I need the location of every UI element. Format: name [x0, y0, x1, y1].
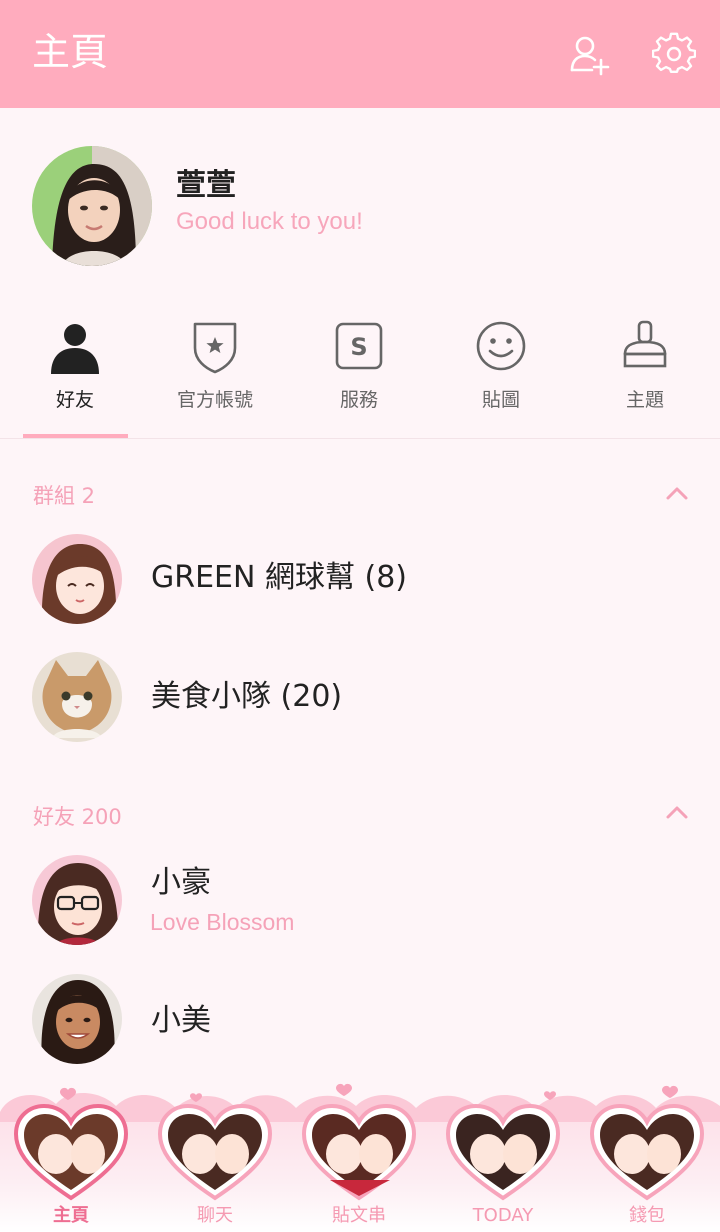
person-icon	[51, 324, 99, 374]
tab-label: 官方帳號	[176, 389, 253, 411]
nav-label: 錢包	[629, 1205, 665, 1226]
tab-stickers[interactable]: 貼圖	[446, 318, 556, 418]
nav-label: 主頁	[53, 1205, 89, 1226]
tab-label: 主題	[625, 389, 664, 411]
svg-text:S: S	[350, 333, 367, 361]
nav-timeline[interactable]: 貼文串	[300, 1102, 418, 1232]
profile-avatar[interactable]	[32, 146, 152, 266]
group-name: GREEN 網球幫 (8)	[151, 560, 408, 595]
tab-official-accounts[interactable]: 官方帳號	[160, 318, 270, 418]
divider	[0, 438, 720, 439]
nav-home-heart-icon	[13, 1103, 129, 1201]
nav-wallet-heart-icon	[589, 1103, 705, 1201]
nav-today[interactable]: TODAY	[444, 1102, 562, 1232]
friend-name: 小豪	[151, 865, 211, 900]
tab-friends[interactable]: 好友	[20, 318, 130, 418]
nav-today-heart-icon	[445, 1103, 561, 1201]
friend-status-message: Love Blossom	[150, 909, 295, 935]
nav-wallet[interactable]: 錢包	[588, 1102, 706, 1232]
shield-star-icon	[193, 322, 237, 374]
service-s-icon: S	[335, 322, 383, 370]
nav-home[interactable]: 主頁	[12, 1102, 130, 1232]
chevron-up-icon[interactable]	[664, 484, 690, 502]
tab-label: 服務	[339, 389, 378, 411]
nav-label: 貼文串	[332, 1205, 386, 1226]
app-header: 主頁	[0, 0, 720, 108]
profile-status-message: Good luck to you!	[176, 208, 363, 235]
friend-avatar[interactable]	[32, 974, 122, 1064]
group-avatar[interactable]	[32, 652, 122, 742]
nav-chats[interactable]: 聊天	[156, 1102, 274, 1232]
tab-themes[interactable]: 主題	[590, 318, 700, 418]
profile-name: 萱萱	[176, 168, 236, 203]
gear-icon[interactable]	[652, 32, 696, 76]
add-friend-icon[interactable]	[568, 32, 612, 76]
friends-section-title: 好友 200	[33, 805, 122, 829]
page-title: 主頁	[32, 30, 109, 74]
friend-name: 小美	[151, 1003, 211, 1038]
group-name: 美食小隊 (20)	[151, 679, 343, 714]
tab-label: 貼圖	[481, 389, 520, 411]
nav-chats-heart-icon	[157, 1103, 273, 1201]
tab-services[interactable]: S 服務	[304, 318, 414, 418]
nav-label: TODAY	[472, 1205, 534, 1226]
group-avatar[interactable]	[32, 534, 122, 624]
nav-label: 聊天	[197, 1205, 233, 1226]
tab-label: 好友	[55, 389, 94, 411]
groups-section-title: 群組 2	[33, 484, 96, 508]
friend-avatar[interactable]	[32, 855, 122, 945]
nav-timeline-heart-icon	[301, 1103, 417, 1201]
smiley-icon	[476, 321, 526, 371]
chevron-up-icon[interactable]	[664, 803, 690, 821]
brush-icon	[623, 320, 667, 368]
